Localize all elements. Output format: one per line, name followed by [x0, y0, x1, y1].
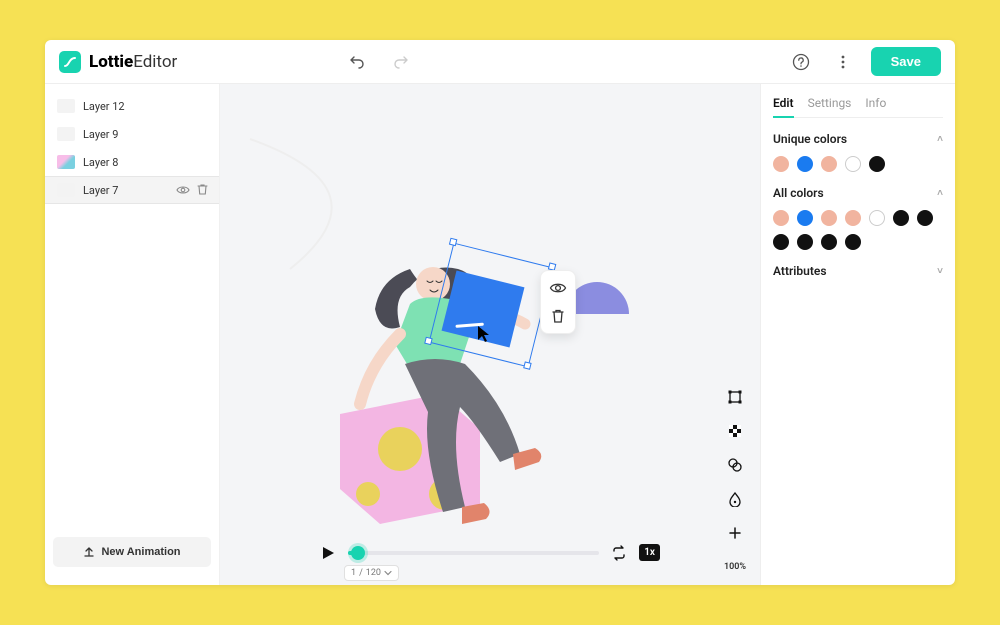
unique-colors-header[interactable]: Unique colors ˄	[773, 132, 943, 146]
layer-row[interactable]: Layer 8	[45, 148, 219, 176]
canvas-area[interactable]: 100% 1x	[220, 84, 760, 585]
layers-footer: New Animation	[45, 529, 219, 577]
play-button[interactable]	[320, 545, 336, 561]
playback-rate-button[interactable]: 1x	[639, 544, 660, 561]
brand: LottieEditor	[59, 51, 177, 73]
inspector-panel: Edit Settings Info Unique colors ˄ All c…	[760, 84, 955, 585]
timeline-knob[interactable]	[351, 546, 365, 560]
topbar-right: Save	[787, 47, 941, 76]
timeline-track[interactable]	[348, 551, 599, 555]
layer-thumbnail	[57, 127, 75, 141]
color-swatch[interactable]	[845, 210, 861, 226]
all-colors-section: All colors ˄	[773, 186, 943, 250]
color-swatch[interactable]	[773, 234, 789, 250]
layer-label: Layer 8	[83, 156, 118, 169]
color-swatch[interactable]	[821, 234, 837, 250]
color-swatch[interactable]	[773, 156, 789, 172]
total-frames: 120	[366, 568, 381, 578]
upload-icon	[83, 546, 95, 558]
color-swatch[interactable]	[821, 210, 837, 226]
attributes-header[interactable]: Attributes ˅	[773, 264, 943, 278]
chevron-down-icon: ˅	[937, 266, 943, 277]
visibility-toggle-icon[interactable]	[176, 183, 190, 197]
delete-layer-icon[interactable]	[196, 183, 209, 197]
layer-label: Layer 7	[83, 184, 118, 197]
chevron-down-icon	[384, 569, 392, 577]
all-colors-header[interactable]: All colors ˄	[773, 186, 943, 200]
selection-actions	[540, 270, 576, 334]
layer-thumbnail	[57, 155, 75, 169]
color-swatch[interactable]	[917, 210, 933, 226]
unique-swatches	[773, 156, 943, 172]
color-swatch[interactable]	[797, 234, 813, 250]
brand-logo-icon	[59, 51, 81, 73]
main: Layer 12 Layer 9 Layer 8 Layer 7	[45, 84, 955, 585]
attributes-section: Attributes ˅	[773, 264, 943, 278]
timeline: 1x	[320, 544, 660, 561]
topbar: LottieEditor Save	[45, 40, 955, 84]
section-title-label: All colors	[773, 186, 824, 200]
layer-label: Layer 12	[83, 100, 125, 113]
chevron-up-icon: ˄	[937, 134, 943, 145]
section-title-label: Unique colors	[773, 132, 847, 146]
color-swatch[interactable]	[869, 210, 885, 226]
canvas-tool-stack: 100%	[722, 384, 748, 585]
layer-row[interactable]: Layer 9	[45, 120, 219, 148]
tab-info[interactable]: Info	[865, 90, 886, 117]
tab-settings[interactable]: Settings	[808, 90, 852, 117]
color-swatch[interactable]	[869, 156, 885, 172]
color-swatch[interactable]	[845, 234, 861, 250]
redo-button[interactable]	[387, 48, 415, 76]
layer-thumbnail	[57, 99, 75, 113]
color-swatch[interactable]	[773, 210, 789, 226]
layer-actions	[176, 183, 209, 197]
transparency-tool-button[interactable]	[722, 418, 748, 444]
color-swatch[interactable]	[797, 156, 813, 172]
new-animation-label: New Animation	[101, 546, 180, 558]
visibility-toggle-button[interactable]	[547, 277, 569, 299]
undo-button[interactable]	[343, 48, 371, 76]
delete-selection-button[interactable]	[547, 305, 569, 327]
layer-row-selected[interactable]: Layer 7	[45, 176, 219, 204]
zoom-in-button[interactable]	[722, 520, 748, 546]
layer-row[interactable]: Layer 12	[45, 92, 219, 120]
zoom-level-label[interactable]: 100%	[722, 554, 748, 580]
canvas[interactable]: 100% 1x	[220, 84, 760, 585]
inspector-tabs: Edit Settings Info	[773, 90, 943, 118]
chevron-up-icon: ˄	[937, 188, 943, 199]
layers-panel: Layer 12 Layer 9 Layer 8 Layer 7	[45, 84, 220, 585]
brand-name-bold: Lottie	[89, 52, 133, 72]
save-button[interactable]: Save	[871, 47, 941, 76]
transform-tool-button[interactable]	[722, 384, 748, 410]
fill-tool-button[interactable]	[722, 486, 748, 512]
brand-name-light: Editor	[133, 52, 177, 72]
swap-tool-button[interactable]	[722, 452, 748, 478]
color-swatch[interactable]	[797, 210, 813, 226]
layer-label: Layer 9	[83, 128, 118, 141]
frame-separator: /	[359, 568, 363, 578]
color-swatch[interactable]	[893, 210, 909, 226]
app-window: LottieEditor Save Layer 12	[45, 40, 955, 585]
history-controls	[343, 48, 415, 76]
help-button[interactable]	[787, 48, 815, 76]
layer-thumbnail	[57, 183, 75, 197]
canvas-illustration	[230, 94, 770, 574]
new-animation-button[interactable]: New Animation	[53, 537, 211, 567]
loop-button[interactable]	[611, 545, 627, 561]
color-swatch[interactable]	[821, 156, 837, 172]
frame-indicator[interactable]: 1 / 120	[344, 565, 399, 581]
tab-edit[interactable]: Edit	[773, 90, 794, 118]
menu-more-button[interactable]	[829, 48, 857, 76]
color-swatch[interactable]	[845, 156, 861, 172]
all-swatches	[773, 210, 943, 250]
unique-colors-section: Unique colors ˄	[773, 132, 943, 172]
section-title-label: Attributes	[773, 264, 827, 278]
current-frame: 1	[351, 568, 356, 578]
